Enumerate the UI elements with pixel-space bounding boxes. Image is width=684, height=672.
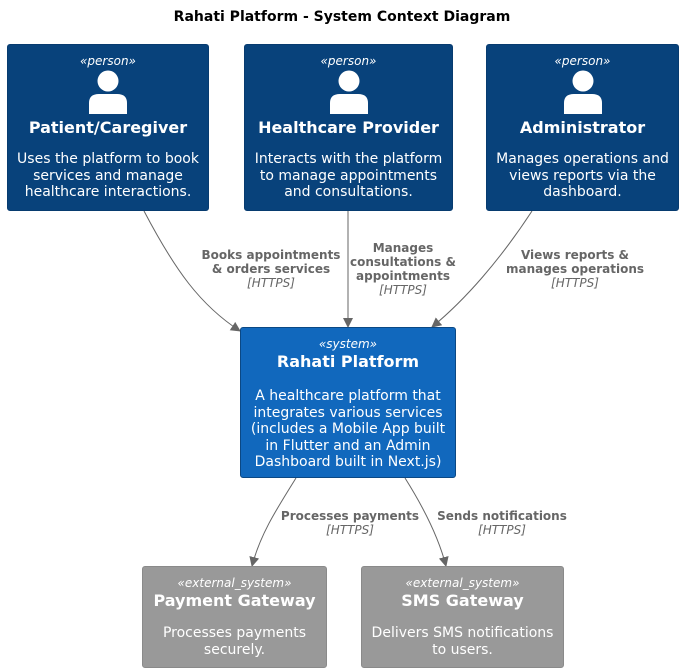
- person-stereotype: «person»: [80, 54, 136, 68]
- description-line: integrates various services: [253, 404, 443, 421]
- person-icon: [563, 70, 602, 114]
- relationship-label-provider: Manages consultations & appointments [HT…: [342, 241, 464, 297]
- external-system-description: Processes payments securely.: [143, 625, 326, 658]
- relationship-label-payment: Processes payments [HTTPS]: [276, 509, 424, 537]
- relationship-technology: [HTTPS]: [247, 276, 295, 290]
- person-icon: [329, 70, 368, 114]
- description-line: to manage appointments: [259, 167, 438, 184]
- external-system-name: SMS Gateway: [401, 591, 524, 610]
- relationship-label-line: Manages: [372, 241, 434, 255]
- description-line: healthcare interactions.: [24, 184, 192, 200]
- description-line: Interacts with the platform: [254, 151, 443, 167]
- relationship-technology: [HTTPS]: [379, 283, 427, 297]
- person-description: Interacts with the platform to manage ap…: [245, 151, 452, 201]
- description-line: securely.: [203, 641, 266, 658]
- relationship-label-line: Views reports &: [520, 248, 630, 262]
- description-line: Delivers SMS notifications: [371, 625, 554, 641]
- external-system-description: Delivers SMS notifications to users.: [362, 625, 563, 658]
- description-line: in Flutter and an Admin: [265, 437, 431, 454]
- description-line: Manages operations and: [496, 151, 669, 167]
- person-patient-caregiver: «person» Patient/Caregiver Uses the plat…: [7, 44, 209, 211]
- person-name: Healthcare Provider: [258, 118, 439, 137]
- relationship-label-line: & orders services: [211, 262, 331, 276]
- external-system-payment-gateway: «external_system» Payment Gateway Proces…: [142, 566, 327, 668]
- person-description: Manages operations and views reports via…: [487, 151, 678, 201]
- relationship-label-line: Processes payments: [280, 509, 420, 523]
- description-line: (includes a Mobile App built: [250, 421, 446, 437]
- person-icon: [89, 70, 127, 114]
- relationship-technology: [HTTPS]: [551, 276, 599, 290]
- external-system-sms-gateway: «external_system» SMS Gateway Delivers S…: [361, 566, 564, 668]
- person-healthcare-provider: «person» Healthcare Provider Interacts w…: [244, 44, 453, 211]
- person-description: Uses the platform to book services and m…: [8, 151, 208, 201]
- external-system-stereotype: «external_system»: [405, 576, 520, 590]
- relationship-label-admin: Views reports & manages operations [HTTP…: [496, 248, 654, 290]
- external-system-stereotype: «external_system»: [177, 576, 292, 590]
- external-system-name: Payment Gateway: [153, 591, 316, 610]
- person-stereotype: «person»: [554, 54, 611, 68]
- description-line: and consultations.: [284, 184, 413, 200]
- description-line: to users.: [432, 641, 493, 658]
- description-line: A healthcare platform that: [255, 388, 441, 404]
- system-name: Rahati Platform: [276, 352, 420, 371]
- system-description: A healthcare platform that integrates va…: [241, 388, 455, 471]
- person-stereotype: «person»: [320, 54, 377, 68]
- relationship-technology: [HTTPS]: [326, 523, 374, 537]
- relationship-technology: [HTTPS]: [478, 523, 526, 537]
- system-rahati-platform: «system» Rahati Platform A healthcare pl…: [240, 327, 456, 478]
- relationship-label-patient: Books appointments & orders services [HT…: [192, 248, 350, 290]
- person-name: Administrator: [519, 118, 646, 137]
- description-line: dashboard.: [543, 184, 622, 200]
- person-administrator: «person» Administrator Manages operation…: [486, 44, 679, 211]
- person-name: Patient/Caregiver: [28, 118, 188, 137]
- relationship-label-line: consultations &: [350, 255, 456, 269]
- relationship-label-line: appointments: [356, 269, 450, 283]
- relationship-label-line: Books appointments: [201, 248, 341, 262]
- description-line: Dashboard built in Next.js): [254, 454, 442, 470]
- description-line: views reports via the: [509, 167, 656, 184]
- relationship-label-line: Sends notifications: [437, 509, 567, 523]
- description-line: Uses the platform to book: [17, 151, 199, 167]
- description-line: Processes payments: [162, 625, 307, 641]
- relationship-label-sms: Sends notifications [HTTPS]: [432, 509, 572, 537]
- relationship-label-line: manages operations: [505, 262, 645, 276]
- description-line: services and manage: [33, 167, 183, 184]
- system-stereotype: «system»: [318, 337, 378, 351]
